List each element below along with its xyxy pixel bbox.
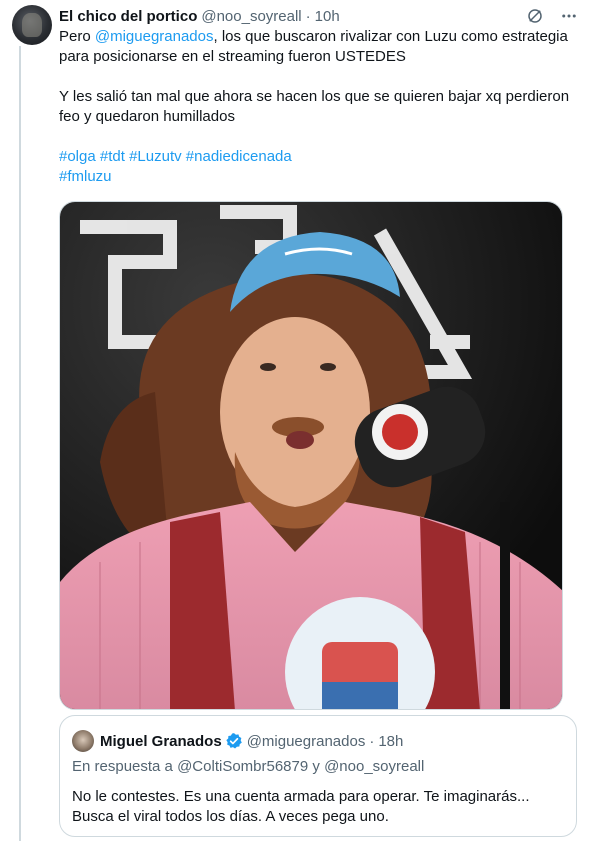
- quote-timestamp: 18h: [378, 732, 404, 750]
- reply-prefix: En respuesta a: [72, 758, 178, 775]
- quoted-tweet[interactable]: Miguel Granados @miguegranados · 18h En …: [59, 715, 577, 837]
- tweet-header: El chico del portico @noo_soyreall · 10h: [59, 5, 579, 27]
- photo-illustration: [60, 202, 562, 709]
- tweet-text: Pero @miguegranados, los que buscaron ri…: [59, 27, 579, 187]
- handle[interactable]: @noo_soyreall: [201, 8, 301, 25]
- timestamp[interactable]: 10h: [315, 8, 340, 25]
- hashtag-link[interactable]: #fmluzu: [59, 168, 112, 185]
- slash-circle-icon[interactable]: [525, 6, 545, 26]
- quote-text: No le contestes. Es una cuenta armada pa…: [72, 788, 530, 825]
- display-name[interactable]: El chico del portico: [59, 8, 197, 25]
- tweet-paragraph-2: Y les salió tan mal que ahora se hacen l…: [59, 88, 570, 125]
- tweet-paragraph-1: Pero @miguegranados, los que buscaron ri…: [59, 27, 579, 67]
- quote-header: Miguel Granados @miguegranados · 18h: [72, 730, 564, 752]
- text-prefix: Pero: [59, 28, 95, 45]
- quote-display-name: Miguel Granados: [100, 732, 222, 750]
- more-icon[interactable]: [559, 6, 579, 26]
- tweet-image[interactable]: [59, 201, 563, 710]
- reply-context: En respuesta a @ColtiSombr56879 y @noo_s…: [72, 758, 424, 775]
- tweet[interactable]: El chico del portico @noo_soyreall · 10h…: [0, 0, 591, 841]
- hashtag-link[interactable]: #nadiedicenada: [186, 148, 292, 165]
- quote-separator: ·: [369, 732, 375, 750]
- reply-joiner: y: [308, 758, 325, 775]
- avatar[interactable]: [12, 5, 52, 45]
- mention-link[interactable]: @miguegranados: [95, 28, 214, 45]
- verified-icon: [226, 733, 242, 749]
- hashtag-link[interactable]: #Luzutv: [129, 148, 182, 165]
- hashtag-line: #olga #tdt #Luzutv #nadiedicenada: [59, 147, 579, 167]
- hashtag-link[interactable]: #tdt: [100, 148, 125, 165]
- reply-user: @noo_soyreall: [324, 758, 425, 775]
- reply-user: @ColtiSombr56879: [177, 758, 309, 775]
- thread-line: [19, 46, 21, 841]
- quote-avatar: [72, 730, 94, 752]
- hashtag-line: #fmluzu: [59, 167, 579, 187]
- avatar-column: [12, 5, 52, 45]
- quote-handle: @miguegranados: [246, 732, 366, 750]
- separator: ·: [305, 7, 311, 25]
- hashtag-link[interactable]: #olga: [59, 148, 96, 165]
- header-actions: [525, 6, 579, 26]
